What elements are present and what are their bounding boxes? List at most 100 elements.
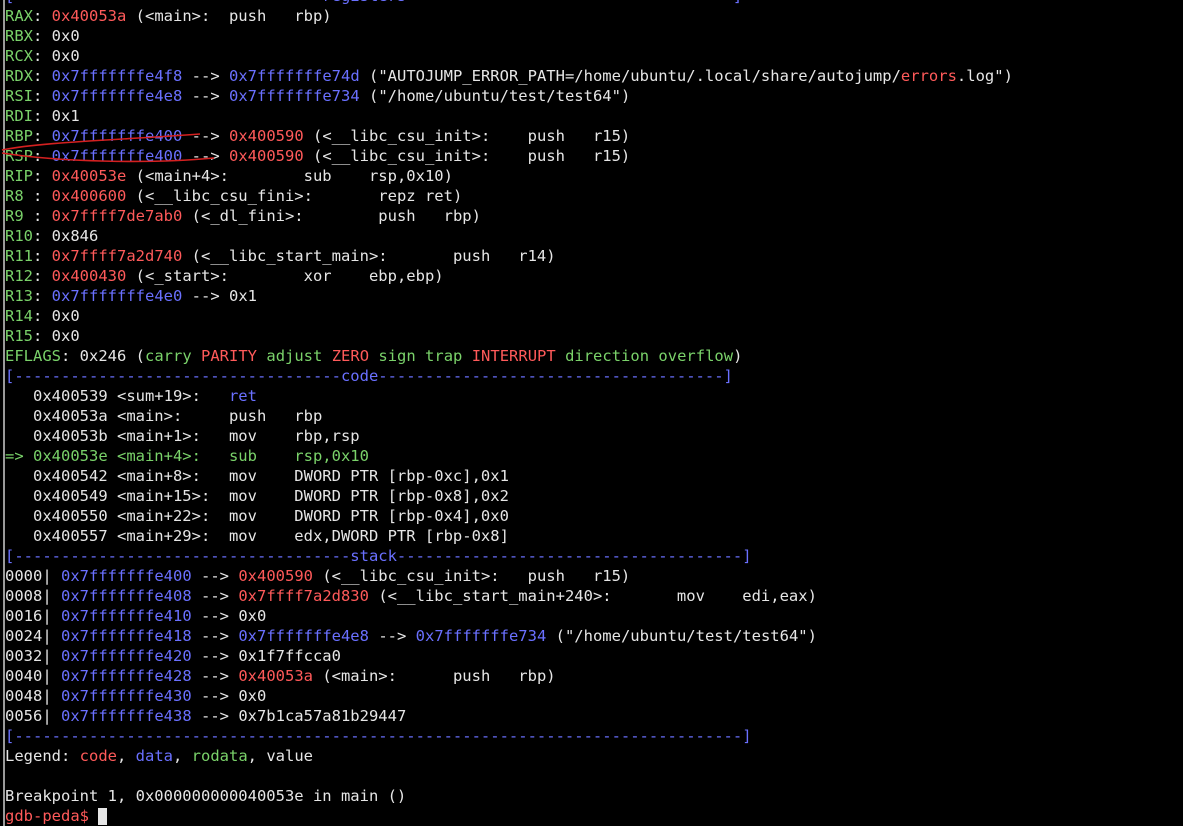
text-segment: : 0x0 xyxy=(33,307,80,325)
text-segment: 0x7fffffffe400 xyxy=(51,127,183,145)
text-segment: 0x7fffffffe420 xyxy=(61,647,192,665)
text-segment: --> xyxy=(182,147,229,165)
text-segment: (<_dl_fini>: push rbp) xyxy=(182,207,481,225)
text-segment: 0040| xyxy=(5,667,61,685)
text-segment: 0x40053e xyxy=(51,167,127,185)
text-segment: RSP xyxy=(5,147,33,165)
terminal-line-34: 0040| 0x7fffffffe428 --> 0x40053a (<main… xyxy=(5,666,1183,686)
text-segment: , value xyxy=(247,747,313,765)
terminal-line-2: RBX: 0x0 xyxy=(5,26,1183,46)
text-segment: (<__libc_csu_init>: push r15) xyxy=(312,567,631,585)
text-segment: direction xyxy=(565,347,650,365)
text-segment: --> 0x0 xyxy=(191,687,267,705)
terminal-line-1: RAX: 0x40053a (<main>: push rbp) xyxy=(5,6,1183,26)
text-segment xyxy=(416,347,425,365)
text-segment: sub rsp,0x10 xyxy=(228,447,369,465)
text-segment: R13 xyxy=(5,287,33,305)
text-segment: (<main>: push rbp) xyxy=(126,7,332,25)
text-segment: RSI xyxy=(5,87,33,105)
text-segment: R14 xyxy=(5,307,33,325)
terminal-line-25: 0x400549 <main+15>: mov DWORD PTR [rbp-0… xyxy=(5,486,1183,506)
terminal-line-12: R10: 0x846 xyxy=(5,226,1183,246)
terminal-line-23: => 0x40053e <main+4>: sub rsp,0x10 xyxy=(5,446,1183,466)
text-segment: 0x7fffffffe734 xyxy=(229,87,360,105)
text-segment: (<main+4>: sub rsp,0x10) xyxy=(126,167,453,185)
text-segment: 0x40053a xyxy=(238,667,313,685)
terminal-line-39 xyxy=(5,766,1183,786)
terminal-line-38: Legend: code, data, rodata, value xyxy=(5,746,1183,766)
text-segment: : 0x846 xyxy=(33,227,99,245)
text-segment: 0x7fffffffe734 xyxy=(415,627,547,645)
terminal-line-17: R15: 0x0 xyxy=(5,326,1183,346)
text-segment xyxy=(369,347,378,365)
text-segment: sign xyxy=(378,347,416,365)
text-segment: : xyxy=(33,127,52,145)
text-segment xyxy=(649,347,658,365)
text-segment: 0x400590 xyxy=(229,127,304,145)
terminal-window[interactable]: [---------------------------------regist… xyxy=(3,0,1183,826)
text-segment: : xyxy=(33,247,52,265)
text-segment: 0x7fffffffe408 xyxy=(61,587,192,605)
terminal-line-21: 0x40053a <main>: push rbp xyxy=(5,406,1183,426)
text-segment: adjust xyxy=(266,347,323,365)
text-segment: 0x7fffffffe4e8 xyxy=(238,627,369,645)
text-segment: rodata xyxy=(191,747,248,765)
text-segment: errors xyxy=(900,67,957,85)
text-segment: --> xyxy=(191,567,239,585)
terminal-line-37: [---------------------------------------… xyxy=(5,726,1183,746)
text-segment: PARITY xyxy=(201,347,258,365)
text-segment: code xyxy=(79,747,117,765)
text-segment: : 0x0 xyxy=(33,327,80,345)
text-segment: : xyxy=(33,147,52,165)
text-segment: R11 xyxy=(5,247,33,265)
terminal-line-22: 0x40053b <main+1>: mov rbp,rsp xyxy=(5,426,1183,446)
text-segment: R10 xyxy=(5,227,33,245)
text-segment: [---------------------------------------… xyxy=(5,727,752,745)
text-segment: : xyxy=(33,87,52,105)
terminal-line-31: 0016| 0x7fffffffe410 --> 0x0 xyxy=(5,606,1183,626)
text-segment: --> xyxy=(191,667,239,685)
text-segment: 0x7fffffffe418 xyxy=(61,627,192,645)
text-segment: [-----------------------------------code… xyxy=(5,367,733,385)
text-segment: gdb-peda$ xyxy=(5,807,99,825)
text-segment: 0056| xyxy=(5,707,61,725)
terminal-line-8: RSP: 0x7fffffffe400 --> 0x400590 (<__lib… xyxy=(5,146,1183,166)
terminal-line-10: R8 : 0x400600 (<__libc_csu_fini>: repz r… xyxy=(5,186,1183,206)
text-segment: 0x400542 <main+8>: mov DWORD PTR [rbp-0x… xyxy=(5,467,509,485)
text-segment: 0x400430 xyxy=(51,267,127,285)
text-segment: : 0x1 xyxy=(33,107,80,125)
text-segment: 0x7fffffffe4e0 xyxy=(51,287,183,305)
text-segment: --> xyxy=(368,627,416,645)
text-segment: R15 xyxy=(5,327,33,345)
terminal-line-35: 0048| 0x7fffffffe430 --> 0x0 xyxy=(5,686,1183,706)
text-segment: --> 0x1f7ffcca0 xyxy=(191,647,341,665)
text-segment: EFLAGS xyxy=(5,347,61,365)
text-segment: (<_start>: xor ebp,ebp) xyxy=(126,267,444,285)
terminal-line-19: [-----------------------------------code… xyxy=(5,366,1183,386)
text-segment: 0x400590 xyxy=(229,147,304,165)
text-segment: --> 0x1 xyxy=(182,287,257,305)
text-segment xyxy=(462,347,471,365)
text-segment: : xyxy=(33,7,52,25)
text-segment: [------------------------------------sta… xyxy=(5,547,752,565)
text-segment: 0x40053a <main>: push rbp xyxy=(5,407,323,425)
text-segment: , xyxy=(172,747,192,765)
terminal-line-11: R9 : 0x7ffff7de7ab0 (<_dl_fini>: push rb… xyxy=(5,206,1183,226)
terminal-line-27: 0x400557 <main+29>: mov edx,DWORD PTR [r… xyxy=(5,526,1183,546)
text-segment: data xyxy=(135,747,173,765)
text-segment xyxy=(322,347,331,365)
terminal-line-24: 0x400542 <main+8>: mov DWORD PTR [rbp-0x… xyxy=(5,466,1183,486)
text-segment: ("/home/ubuntu/test/test64") xyxy=(359,87,631,105)
text-segment: : 0x246 ( xyxy=(61,347,145,365)
text-segment: 0048| xyxy=(5,687,61,705)
text-segment: (<__libc_csu_fini>: repz ret) xyxy=(126,187,463,205)
text-segment: RBX xyxy=(5,27,33,45)
text-segment: , xyxy=(116,747,136,765)
text-segment: trap xyxy=(425,347,463,365)
text-segment: 0x7fffffffe400 xyxy=(61,567,192,585)
text-segment: 0x7fffffffe430 xyxy=(61,687,192,705)
text-segment: .log") xyxy=(956,67,1013,85)
terminal-line-40: Breakpoint 1, 0x000000000040053e in main… xyxy=(5,786,1183,806)
text-segment: : 0x0 xyxy=(33,47,80,65)
text-segment: (<__libc_csu_init>: push r15) xyxy=(303,127,631,145)
